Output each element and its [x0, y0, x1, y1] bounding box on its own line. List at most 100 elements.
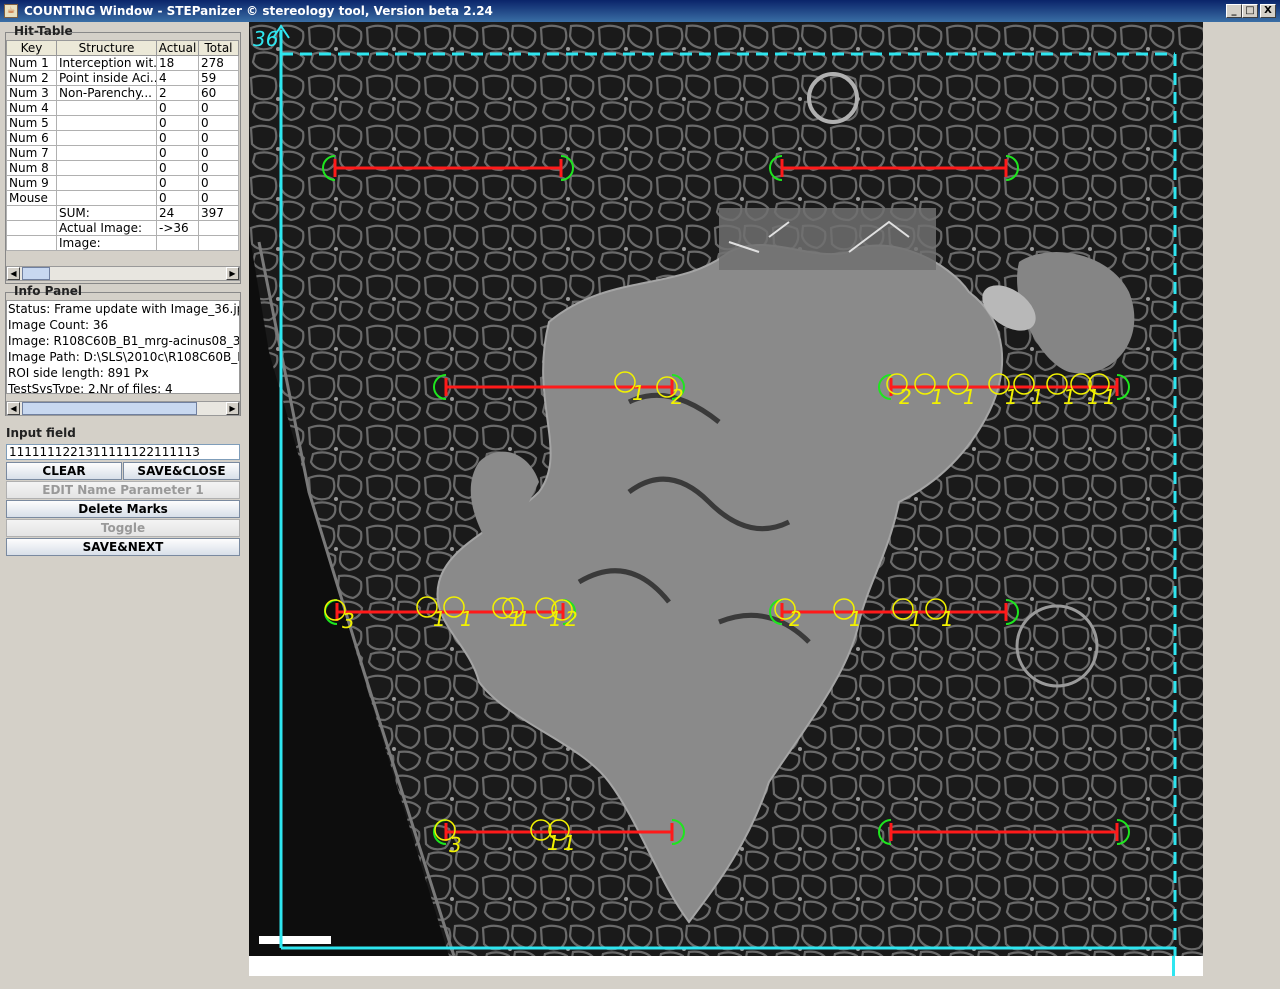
table-cell — [6, 205, 57, 221]
table-row[interactable]: Num 9 00 — [6, 175, 239, 191]
table-cell: Mouse — [6, 190, 57, 206]
count-mark-label: 1 — [563, 831, 576, 855]
table-cell — [198, 220, 239, 236]
scroll-thumb[interactable] — [22, 267, 50, 280]
right-panel-strip — [1203, 22, 1280, 976]
scroll-thumb[interactable] — [22, 402, 197, 415]
table-cell: Interception wit... — [56, 55, 157, 71]
info-panel-label: Info Panel — [14, 284, 83, 298]
scale-bar — [259, 936, 331, 944]
table-cell: Num 7 — [6, 145, 57, 161]
table-cell: 0 — [198, 175, 239, 191]
info-line: TestSysType: 2,Nr of files: 4 — [8, 382, 173, 394]
counting-image-view[interactable]: 36 122111111131111122111311 — [249, 22, 1203, 956]
table-cell: 0 — [198, 190, 239, 206]
count-mark-label: 1 — [1031, 385, 1044, 409]
table-cell — [56, 130, 157, 146]
table-cell: 0 — [156, 175, 199, 191]
table-row[interactable]: Num 6 00 — [6, 130, 239, 146]
table-row[interactable]: SUM: 24 397 — [6, 205, 239, 221]
edit-name-parameter-button[interactable]: EDIT Name Parameter 1 — [6, 481, 240, 499]
table-row[interactable]: Num 8 00 — [6, 160, 239, 176]
info-line: ROI side length: 891 Px — [8, 366, 149, 380]
hit-table-header[interactable]: Actual — [156, 40, 199, 56]
table-cell: Num 8 — [6, 160, 57, 176]
table-row[interactable]: Num 4 00 — [6, 100, 239, 116]
info-line: Image Count: 36 — [8, 318, 109, 332]
delete-marks-button[interactable]: Delete Marks — [6, 500, 240, 518]
table-cell — [56, 190, 157, 206]
table-cell: 0 — [198, 115, 239, 131]
count-mark-label: 1 — [1063, 385, 1076, 409]
count-mark-label: 3 — [342, 609, 355, 633]
scroll-right-icon[interactable]: ▶ — [226, 267, 239, 280]
scroll-right-icon[interactable]: ▶ — [226, 402, 239, 415]
table-cell: 0 — [156, 145, 199, 161]
count-mark-label: 1 — [1005, 385, 1018, 409]
clear-button[interactable]: CLEAR — [6, 462, 122, 480]
table-cell: Num 6 — [6, 130, 57, 146]
table-cell: 0 — [198, 130, 239, 146]
info-line: Image: R108C60B_B1_mrg-acinus08_36. — [8, 334, 240, 348]
count-mark-label: 1 — [549, 607, 562, 631]
count-mark-label: 2 — [565, 607, 578, 631]
table-row[interactable]: Image: — [6, 235, 239, 251]
input-field-label: Input field — [6, 426, 76, 440]
table-cell: Num 9 — [6, 175, 57, 191]
count-mark-label: 3 — [449, 833, 462, 857]
info-panel-scrollbar[interactable]: ◀ ▶ — [6, 401, 240, 416]
close-button[interactable]: X — [1260, 4, 1276, 18]
scroll-left-icon[interactable]: ◀ — [7, 402, 20, 415]
hit-table-header[interactable]: Structure — [56, 40, 157, 56]
count-mark-label: 1 — [849, 607, 862, 631]
minimize-button[interactable]: _ — [1226, 4, 1242, 18]
image-canvas[interactable]: 36 1 2 2 1 1 1 1 1 1 13 1 1 11 1 2 2 1 1 13 1 1 — [249, 22, 1203, 956]
table-cell — [56, 145, 157, 161]
table-cell: Num 3 — [6, 85, 57, 101]
table-cell: 0 — [156, 190, 199, 206]
table-cell: 0 — [198, 160, 239, 176]
count-mark-label: 1 — [1087, 385, 1100, 409]
count-mark-label: 1 — [632, 381, 645, 405]
hit-table-label: Hit-Table — [14, 24, 73, 38]
count-mark-label: 2 — [671, 385, 684, 409]
toggle-button[interactable]: Toggle — [6, 519, 240, 537]
table-cell — [198, 235, 239, 251]
table-cell: Num 2 — [6, 70, 57, 86]
image-number-label: 36 — [253, 27, 278, 51]
maximize-button[interactable]: □ — [1242, 4, 1258, 18]
table-row[interactable]: Actual Image: ->36 — [6, 220, 239, 236]
frame-bottom-tick — [1172, 956, 1175, 976]
save-close-button[interactable]: SAVE&CLOSE — [123, 462, 240, 480]
table-row[interactable]: Num 7 00 — [6, 145, 239, 161]
table-cell — [6, 220, 57, 236]
table-cell: Num 5 — [6, 115, 57, 131]
table-cell: 0 — [198, 100, 239, 116]
count-mark-label: 1 — [909, 607, 922, 631]
hit-table-header[interactable]: Key — [6, 40, 57, 56]
table-cell: Image: — [56, 235, 157, 251]
hit-table[interactable]: Key Structure Actual Total Num 1 Interceptio… — [6, 40, 239, 251]
table-row[interactable]: Num 1 Interception wit... 18 278 — [6, 55, 239, 71]
table-cell — [56, 175, 157, 191]
table-cell: 4 — [156, 70, 199, 86]
input-field[interactable]: 1111111221311111122111113 — [6, 444, 240, 460]
count-mark-label: 2 — [899, 385, 912, 409]
table-row[interactable]: Num 2 Point inside Aci... 4 59 — [6, 70, 239, 86]
count-mark-label: 1 — [941, 607, 954, 631]
table-row[interactable]: Num 3 Non-Parenchy... 2 60 — [6, 85, 239, 101]
table-cell: SUM: — [56, 205, 157, 221]
table-row[interactable]: Mouse 0 0 — [6, 190, 239, 206]
table-row[interactable]: Num 5 00 — [6, 115, 239, 131]
window-title: COUNTING Window - STEPanizer © stereolog… — [24, 4, 493, 18]
hit-table-scrollbar[interactable]: ◀ ▶ — [6, 266, 240, 281]
hit-table-header[interactable]: Total — [198, 40, 239, 56]
info-line: Status: Frame update with Image_36.jpg i… — [8, 302, 239, 316]
table-cell — [156, 235, 199, 251]
table-cell: Num 4 — [6, 100, 57, 116]
window-titlebar: ☕ COUNTING Window - STEPanizer © stereol… — [0, 0, 1280, 22]
table-cell: Num 1 — [6, 55, 57, 71]
save-next-button[interactable]: SAVE&NEXT — [6, 538, 240, 556]
table-cell: 0 — [156, 130, 199, 146]
scroll-left-icon[interactable]: ◀ — [7, 267, 20, 280]
